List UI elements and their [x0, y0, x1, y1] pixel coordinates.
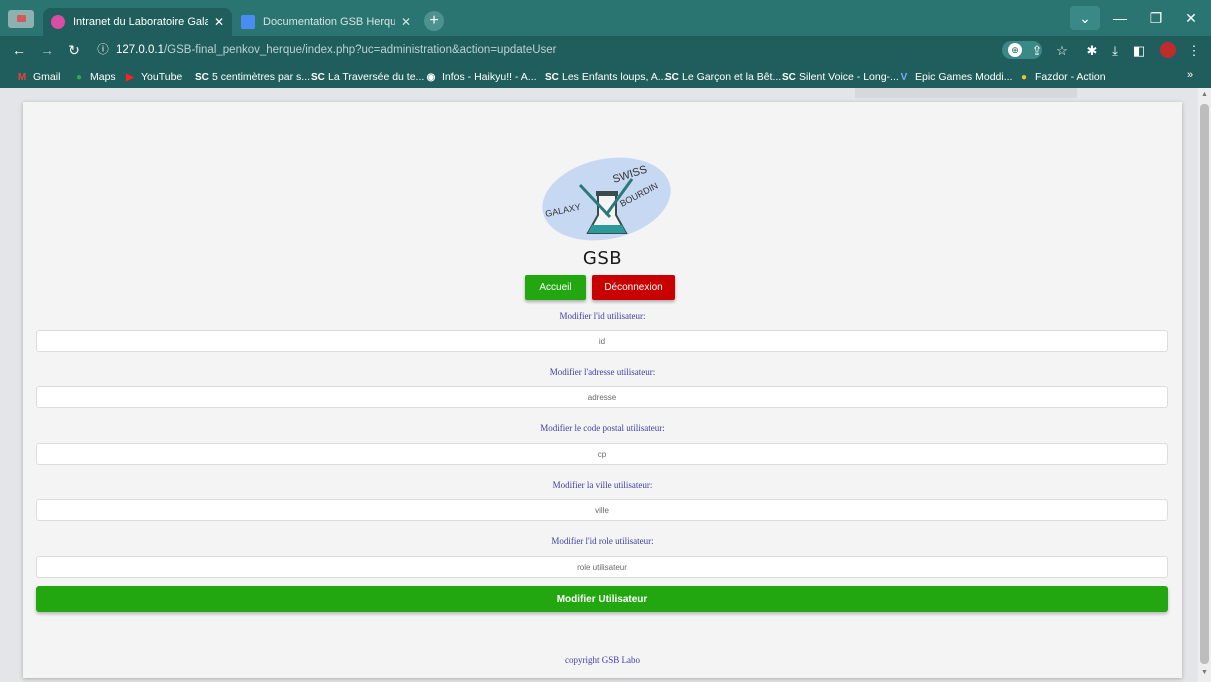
scroll-thumb[interactable]: [1200, 104, 1209, 664]
bookmark-fazdor[interactable]: ● Fazdor - Action: [1018, 69, 1106, 85]
profile-avatar[interactable]: [1160, 42, 1176, 58]
tab-documentation[interactable]: Documentation GSB Herque, Penkov ✕: [233, 8, 419, 36]
url-path: /GSB-final_penkov_herque/index.php?uc=ad…: [163, 44, 557, 56]
site-favicon-icon: [51, 15, 65, 29]
download-icon[interactable]: ⤓: [1107, 41, 1123, 60]
bulb-icon: ●: [1020, 72, 1028, 83]
label-user-role-id: Modifier l'id role utilisateur:: [551, 536, 654, 546]
logout-button[interactable]: Déconnexion: [592, 275, 675, 300]
gmail-icon: M: [17, 72, 27, 83]
bookmark-haikyu[interactable]: ◉ Infos - Haikyu!! - A...: [425, 69, 537, 85]
bookmark-youtube[interactable]: ▶ YouTube: [124, 69, 182, 85]
tab-title: Intranet du Laboratoire Galaxy-Swiss Bou…: [73, 16, 208, 28]
bookmark-gmail[interactable]: M Gmail: [16, 69, 61, 85]
sc-icon: SC: [782, 72, 796, 83]
bookmark-5cm[interactable]: SC 5 centimètres par s...: [195, 69, 310, 85]
map-pin-icon: ●: [75, 72, 83, 83]
youtube-icon: ▶: [126, 72, 134, 83]
forward-arrow-icon[interactable]: →: [38, 41, 56, 59]
brand-title: GSB: [582, 248, 623, 269]
close-tab-icon[interactable]: ✕: [401, 15, 411, 29]
minimize-icon[interactable]: —: [1105, 6, 1135, 30]
close-window-icon[interactable]: ✕: [1176, 6, 1206, 30]
window-menu-icon[interactable]: [8, 10, 34, 28]
label-user-postal-code: Modifier le code postal utilisateur:: [540, 423, 665, 433]
user-role-input[interactable]: [36, 556, 1168, 578]
new-tab-plus-icon[interactable]: +: [424, 11, 444, 31]
reload-icon[interactable]: ↻: [65, 41, 83, 59]
close-tab-icon[interactable]: ✕: [214, 15, 224, 29]
copyright-text: copyright GSB Labo: [565, 655, 640, 665]
bookmark-star-icon[interactable]: ☆: [1054, 41, 1070, 60]
restore-icon[interactable]: ❐: [1141, 6, 1171, 30]
bookmarks-bar: M Gmail ● Maps ▶ YouTube SC 5 centimètres pa…: [0, 65, 1211, 88]
label-user-address: Modifier l'adresse utilisateur:: [549, 367, 656, 377]
gsb-logo: SWISS GALAXY BOURDIN: [542, 157, 671, 241]
tab-intranet[interactable]: Intranet du Laboratoire Galaxy-Swiss Bou…: [43, 8, 232, 36]
modify-user-button[interactable]: Modifier Utilisateur: [36, 586, 1168, 612]
sc-icon: SC: [545, 72, 559, 83]
bookmark-enfants-loups[interactable]: SC Les Enfants loups, A...: [545, 69, 666, 85]
label-user-city: Modifier la ville utilisateur:: [552, 480, 653, 490]
scroll-up-arrow-icon[interactable]: ▲: [1198, 91, 1211, 98]
accueil-button[interactable]: Accueil: [525, 275, 586, 300]
user-address-input[interactable]: [36, 386, 1168, 408]
zoom-icon: ⊕: [1008, 43, 1022, 57]
epic-games-icon: V: [900, 72, 908, 83]
bookmark-garcon-bete[interactable]: SC Le Garçon et la Bêt...: [665, 69, 781, 85]
tab-search-chevron-icon[interactable]: ⌄: [1070, 6, 1100, 30]
user-id-input[interactable]: [36, 330, 1168, 352]
label-user-id: Modifier l'id utilisateur:: [559, 311, 646, 321]
user-city-input[interactable]: [36, 499, 1168, 521]
sc-icon: SC: [665, 72, 679, 83]
site-info-icon[interactable]: ⓘ: [96, 40, 110, 61]
bookmark-traversee[interactable]: SC La Traversée du te...: [311, 69, 424, 85]
bookmark-silent-voice[interactable]: SC Silent Voice - Long-...: [782, 69, 899, 85]
top-strip: [855, 88, 1077, 98]
more-bookmarks-chevron-icon[interactable]: »: [1187, 69, 1193, 81]
main-card: SWISS GALAXY BOURDIN GSB Accueil Déconne…: [23, 102, 1182, 678]
bookmark-maps[interactable]: ● Maps: [73, 69, 116, 85]
docs-favicon-icon: [241, 15, 255, 29]
vertical-scrollbar[interactable]: ▲ ▼: [1198, 88, 1211, 682]
page-viewport: SWISS GALAXY BOURDIN GSB Accueil Déconne…: [0, 88, 1211, 682]
scroll-down-arrow-icon[interactable]: ▼: [1198, 669, 1211, 676]
side-panel-icon[interactable]: ◧: [1131, 41, 1147, 60]
globe-icon: ◉: [426, 72, 436, 83]
tab-strip: Intranet du Laboratoire Galaxy-Swiss Bou…: [0, 0, 1211, 36]
browser-toolbar: ← → ↻ ⓘ 127.0.0.1/GSB-final_penkov_herque…: [0, 36, 1211, 65]
sc-icon: SC: [311, 72, 325, 83]
url-host: 127.0.0.1: [116, 44, 164, 56]
kebab-menu-icon[interactable]: ⋮: [1187, 41, 1201, 60]
share-icon[interactable]: ⇪: [1029, 41, 1045, 60]
sc-icon: SC: [195, 72, 209, 83]
extensions-puzzle-icon[interactable]: ✱: [1084, 41, 1100, 60]
user-postal-code-input[interactable]: [36, 443, 1168, 465]
tab-title: Documentation GSB Herque, Penkov: [263, 16, 395, 28]
address-bar[interactable]: ⓘ 127.0.0.1/GSB-final_penkov_herque/index…: [96, 40, 996, 61]
bookmark-epic-games[interactable]: V Epic Games Moddi...: [898, 69, 1013, 85]
back-arrow-icon[interactable]: ←: [10, 41, 28, 59]
